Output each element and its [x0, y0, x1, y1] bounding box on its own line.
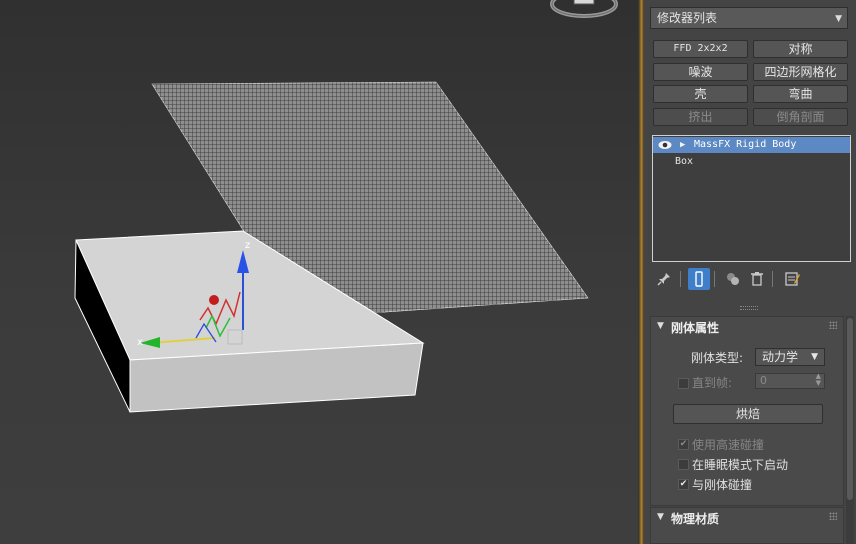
- viewcube-icon[interactable]: [548, 0, 620, 30]
- rigid-body-type-value: 动力学: [762, 350, 799, 364]
- collide-with-rigid-bodies-checkbox[interactable]: ✔: [678, 479, 689, 490]
- configure-modifier-sets-icon[interactable]: [782, 268, 804, 290]
- start-in-sleep-mode-label: 在睡眠模式下启动: [692, 458, 789, 472]
- rigid-body-properties-rollout: ▼ 刚体属性 刚体类型: 动力学 ▼ 直到帧: 0 ▲ ▼ 烘焙 ✔ 使用高速碰撞…: [650, 316, 844, 506]
- modifier-extrude-button[interactable]: 挤出: [653, 108, 748, 126]
- modifier-shell-button[interactable]: 壳: [653, 85, 748, 103]
- pin-stack-icon[interactable]: [653, 268, 675, 290]
- eye-icon[interactable]: [658, 140, 672, 150]
- stack-item-label: Box: [675, 156, 694, 167]
- stack-item-box[interactable]: Box: [653, 154, 850, 170]
- rollout-header[interactable]: ▼ 物理材质: [651, 508, 843, 528]
- drag-handle-icon[interactable]: [829, 512, 837, 520]
- modifier-stack-list[interactable]: ▶ MassFX Rigid Body Box: [652, 135, 851, 262]
- make-unique-icon[interactable]: [722, 268, 744, 290]
- remove-modifier-icon[interactable]: [746, 268, 768, 290]
- modifier-list-dropdown[interactable]: 修改器列表 ▼: [650, 7, 848, 29]
- collapse-triangle-icon[interactable]: ▼: [657, 512, 664, 522]
- modifier-quadify-button[interactable]: 四边形网格化: [753, 63, 848, 81]
- show-end-result-icon[interactable]: [688, 268, 710, 290]
- collide-with-rigid-bodies-label: 与刚体碰撞: [692, 478, 753, 492]
- modifier-bevel-profile-button[interactable]: 倒角剖面: [753, 108, 848, 126]
- gizmo-z-label: z: [245, 240, 250, 251]
- perspective-viewport[interactable]: z x: [0, 0, 641, 544]
- use-high-velocity-collision-label: 使用高速碰撞: [692, 438, 765, 452]
- modifier-list-label: 修改器列表: [657, 11, 718, 25]
- until-frame-spinner[interactable]: 0 ▲ ▼: [755, 373, 825, 389]
- drag-handle-icon[interactable]: [829, 321, 837, 329]
- modifier-noise-button[interactable]: 噪波: [653, 63, 748, 81]
- until-frame-label: 直到帧:: [692, 376, 733, 390]
- stack-item-massfx-rigid-body[interactable]: ▶ MassFX Rigid Body: [653, 137, 850, 153]
- toolbar-divider: [680, 271, 681, 287]
- collapse-triangle-icon[interactable]: ▼: [657, 321, 664, 331]
- modifier-symmetry-button[interactable]: 对称: [753, 40, 848, 58]
- modifier-bend-button[interactable]: 弯曲: [753, 85, 848, 103]
- rollout-header[interactable]: ▼ 刚体属性: [651, 317, 843, 337]
- until-frame-checkbox[interactable]: [678, 378, 689, 389]
- start-in-sleep-mode-checkbox[interactable]: [678, 459, 689, 470]
- command-panel-modify: 修改器列表 ▼ FFD 2x2x2 对称 噪波 四边形网格化 壳 弯曲 挤出 倒…: [644, 0, 856, 544]
- expand-triangle-icon[interactable]: ▶: [680, 137, 685, 153]
- use-high-velocity-collision-checkbox[interactable]: ✔: [678, 439, 689, 450]
- modifier-ffd-button[interactable]: FFD 2x2x2: [653, 40, 748, 58]
- chevron-down-icon: ▼: [811, 352, 818, 362]
- toolbar-divider: [772, 271, 773, 287]
- gizmo-x-label: x: [137, 337, 143, 348]
- until-frame-value: 0: [760, 374, 767, 387]
- panel-resize-grip[interactable]: [740, 306, 758, 310]
- rigid-body-type-label: 刚体类型:: [691, 351, 744, 365]
- toolbar-divider: [714, 271, 715, 287]
- panel-scrollbar[interactable]: [846, 316, 854, 544]
- modifier-stack-toolbar: [652, 268, 850, 292]
- scrollbar-thumb[interactable]: [847, 318, 853, 500]
- stack-item-label: MassFX Rigid Body: [694, 139, 797, 150]
- rollout-title: 刚体属性: [671, 321, 720, 335]
- viewport-scene[interactable]: z x: [0, 0, 641, 544]
- rigid-body-type-select[interactable]: 动力学 ▼: [755, 348, 825, 366]
- spinner-arrows-icon[interactable]: ▲ ▼: [816, 373, 821, 387]
- bake-button[interactable]: 烘焙: [673, 404, 823, 424]
- rollout-title: 物理材质: [671, 512, 720, 526]
- chevron-down-icon: ▼: [835, 14, 842, 24]
- physical-material-rollout: ▼ 物理材质: [650, 507, 844, 544]
